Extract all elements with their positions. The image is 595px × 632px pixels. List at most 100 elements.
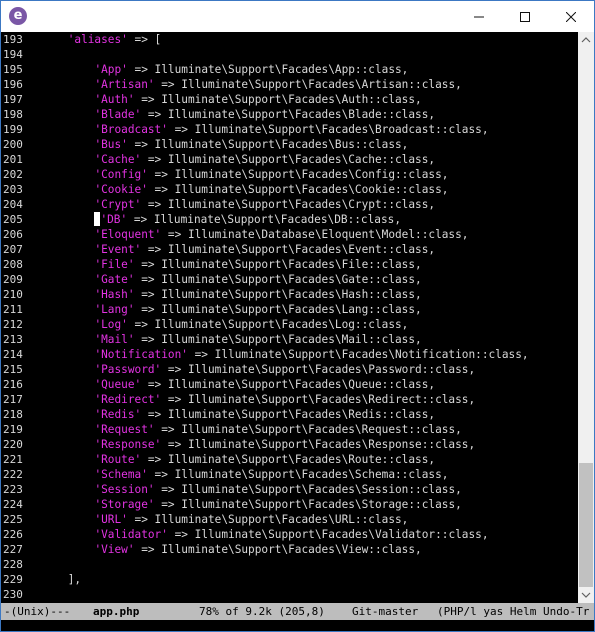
scrollbar-thumb[interactable] xyxy=(579,463,593,587)
minimize-button[interactable] xyxy=(456,1,502,32)
code-line[interactable]: 'Broadcast' => Illuminate\Support\Facade… xyxy=(41,122,489,137)
code-line[interactable]: 'Cache' => Illuminate\Support\Facades\Ca… xyxy=(41,152,435,167)
vertical-scrollbar[interactable] xyxy=(578,32,594,603)
code-line[interactable]: 'Artisan' => Illuminate\Support\Facades\… xyxy=(41,77,461,92)
code-line[interactable]: 'Lang' => Illuminate\Support\Facades\Lan… xyxy=(41,302,421,317)
modeline-modes[interactable]: (PHP/l yas Helm Undo-Tr xyxy=(437,603,589,620)
string-token: 'Validator' xyxy=(94,528,168,541)
code-line[interactable]: 'Notification' => Illuminate\Support\Fac… xyxy=(41,347,529,362)
string-token: 'URL' xyxy=(94,513,128,526)
code-line[interactable]: 'Route' => Illuminate\Support\Facades\Ro… xyxy=(41,452,435,467)
string-token: 'Blade' xyxy=(94,108,142,121)
string-token: 'Auth' xyxy=(94,93,135,106)
string-token: 'Broadcast' xyxy=(94,123,168,136)
scroll-down-button[interactable] xyxy=(578,588,594,603)
code-line[interactable]: 'Queue' => Illuminate\Support\Facades\Qu… xyxy=(41,377,435,392)
code-line[interactable]: 'Auth' => Illuminate\Support\Facades\Aut… xyxy=(41,92,422,107)
code-line[interactable]: 'Password' => Illuminate\Support\Facades… xyxy=(41,362,475,377)
code-line[interactable]: 'Schema' => Illuminate\Support\Facades\S… xyxy=(41,467,448,482)
mode-line[interactable]: -(Unix)--- app.php 78% of 9.2k (205,8) G… xyxy=(1,603,594,620)
code-line[interactable]: 'Session' => Illuminate\Support\Facades\… xyxy=(41,482,461,497)
modeline-encoding: -(Unix)--- xyxy=(4,605,71,618)
code-line[interactable]: 'Eloquent' => Illuminate\Database\Eloque… xyxy=(41,227,468,242)
code-line[interactable]: 'Redis' => Illuminate\Support\Facades\Re… xyxy=(41,407,435,422)
string-token: 'Crypt' xyxy=(94,198,142,211)
line-number: 211 xyxy=(3,303,23,316)
line-number: 221 xyxy=(3,453,23,466)
code-line[interactable]: 'App' => Illuminate\Support\Facades\App:… xyxy=(41,62,408,77)
string-token: 'Cookie' xyxy=(94,183,148,196)
code-line[interactable]: 'Bus' => Illuminate\Support\Facades\Bus:… xyxy=(41,137,408,152)
line-number: 220 xyxy=(3,438,23,451)
line-number: 195 xyxy=(3,63,23,76)
code-line[interactable]: 'Validator' => Illuminate\Support\Facade… xyxy=(41,527,488,542)
string-token: 'Config' xyxy=(94,168,148,181)
code-line[interactable]: 'Response' => Illuminate\Support\Facades… xyxy=(41,437,475,452)
modeline-filename[interactable]: app.php xyxy=(93,603,139,620)
code-token: => Illuminate\Support\Facades\Bus::class… xyxy=(127,138,409,151)
line-number: 210 xyxy=(3,288,23,301)
code-line[interactable]: 'DB' => Illuminate\Support\Facades\DB::c… xyxy=(41,212,401,227)
editor-buffer[interactable]: 193 'aliases' => [194 195 'App' => Illumi… xyxy=(1,32,578,603)
line-number: 226 xyxy=(3,528,23,541)
code-token: => Illuminate\Support\Facades\Broadcast:… xyxy=(167,123,489,136)
maximize-button[interactable] xyxy=(502,1,548,32)
code-token: => Illuminate\Support\Facades\Config::cl… xyxy=(147,168,449,181)
string-token: 'Password' xyxy=(94,363,162,376)
code-line[interactable]: 'Blade' => Illuminate\Support\Facades\Bl… xyxy=(41,107,435,122)
code-token: => [ xyxy=(127,33,162,46)
line-number: 206 xyxy=(3,228,23,241)
line-number: 225 xyxy=(3,513,23,526)
code-token: => Illuminate\Support\Facades\Cookie::cl… xyxy=(147,183,449,196)
code-token: => Illuminate\Support\Facades\Hash::clas… xyxy=(134,288,422,301)
line-number: 207 xyxy=(3,243,23,256)
line-number: 227 xyxy=(3,543,23,556)
code-line[interactable]: 'URL' => Illuminate\Support\Facades\URL:… xyxy=(41,512,408,527)
code-line[interactable]: ], xyxy=(41,572,81,587)
code-line[interactable]: 'Log' => Illuminate\Support\Facades\Log:… xyxy=(41,317,408,332)
line-number: 230 xyxy=(3,588,23,601)
code-line[interactable]: 'View' => Illuminate\Support\Facades\Vie… xyxy=(41,542,422,557)
code-line[interactable]: 'Request' => Illuminate\Support\Facades\… xyxy=(41,422,461,437)
line-number: 198 xyxy=(3,108,23,121)
code-line[interactable]: 'Cookie' => Illuminate\Support\Facades\C… xyxy=(41,182,448,197)
string-token: 'Response' xyxy=(94,438,162,451)
code-line[interactable]: 'Config' => Illuminate\Support\Facades\C… xyxy=(41,167,448,182)
code-token: => Illuminate\Support\Facades\App::class… xyxy=(127,63,409,76)
scroll-up-button[interactable] xyxy=(578,32,594,47)
code-token: => Illuminate\Support\Facades\Notificati… xyxy=(187,348,529,361)
code-line[interactable]: 'aliases' => [ xyxy=(41,32,162,47)
code-line[interactable]: 'Hash' => Illuminate\Support\Facades\Has… xyxy=(41,287,422,302)
line-number: 209 xyxy=(3,273,23,286)
code-line[interactable]: 'Mail' => Illuminate\Support\Facades\Mai… xyxy=(41,332,422,347)
code-line[interactable]: 'Gate' => Illuminate\Support\Facades\Gat… xyxy=(41,272,421,287)
code-line[interactable]: 'File' => Illuminate\Support\Facades\Fil… xyxy=(41,257,421,272)
code-token: => Illuminate\Support\Facades\Auth::clas… xyxy=(134,93,422,106)
emacs-app-icon[interactable]: e xyxy=(9,7,27,25)
minibuffer[interactable] xyxy=(1,620,594,631)
code-line[interactable]: 'Redirect' => Illuminate\Support\Facades… xyxy=(41,392,475,407)
code-token: => Illuminate\Support\Facades\Event::cla… xyxy=(141,243,436,256)
title-bar[interactable]: e xyxy=(1,1,594,32)
code-line[interactable]: 'Storage' => Illuminate\Support\Facades\… xyxy=(41,497,461,512)
close-button[interactable] xyxy=(548,1,594,32)
code-token: => Illuminate\Support\Facades\View::clas… xyxy=(134,543,422,556)
line-number: 202 xyxy=(3,168,23,181)
modeline-vc-branch[interactable]: Git-master xyxy=(352,603,418,620)
line-number: 224 xyxy=(3,498,23,511)
code-line[interactable]: 'Event' => Illuminate\Support\Facades\Ev… xyxy=(41,242,435,257)
code-token: => Illuminate\Support\Facades\Mail::clas… xyxy=(134,333,422,346)
code-line[interactable]: 'Crypt' => Illuminate\Support\Facades\Cr… xyxy=(41,197,435,212)
